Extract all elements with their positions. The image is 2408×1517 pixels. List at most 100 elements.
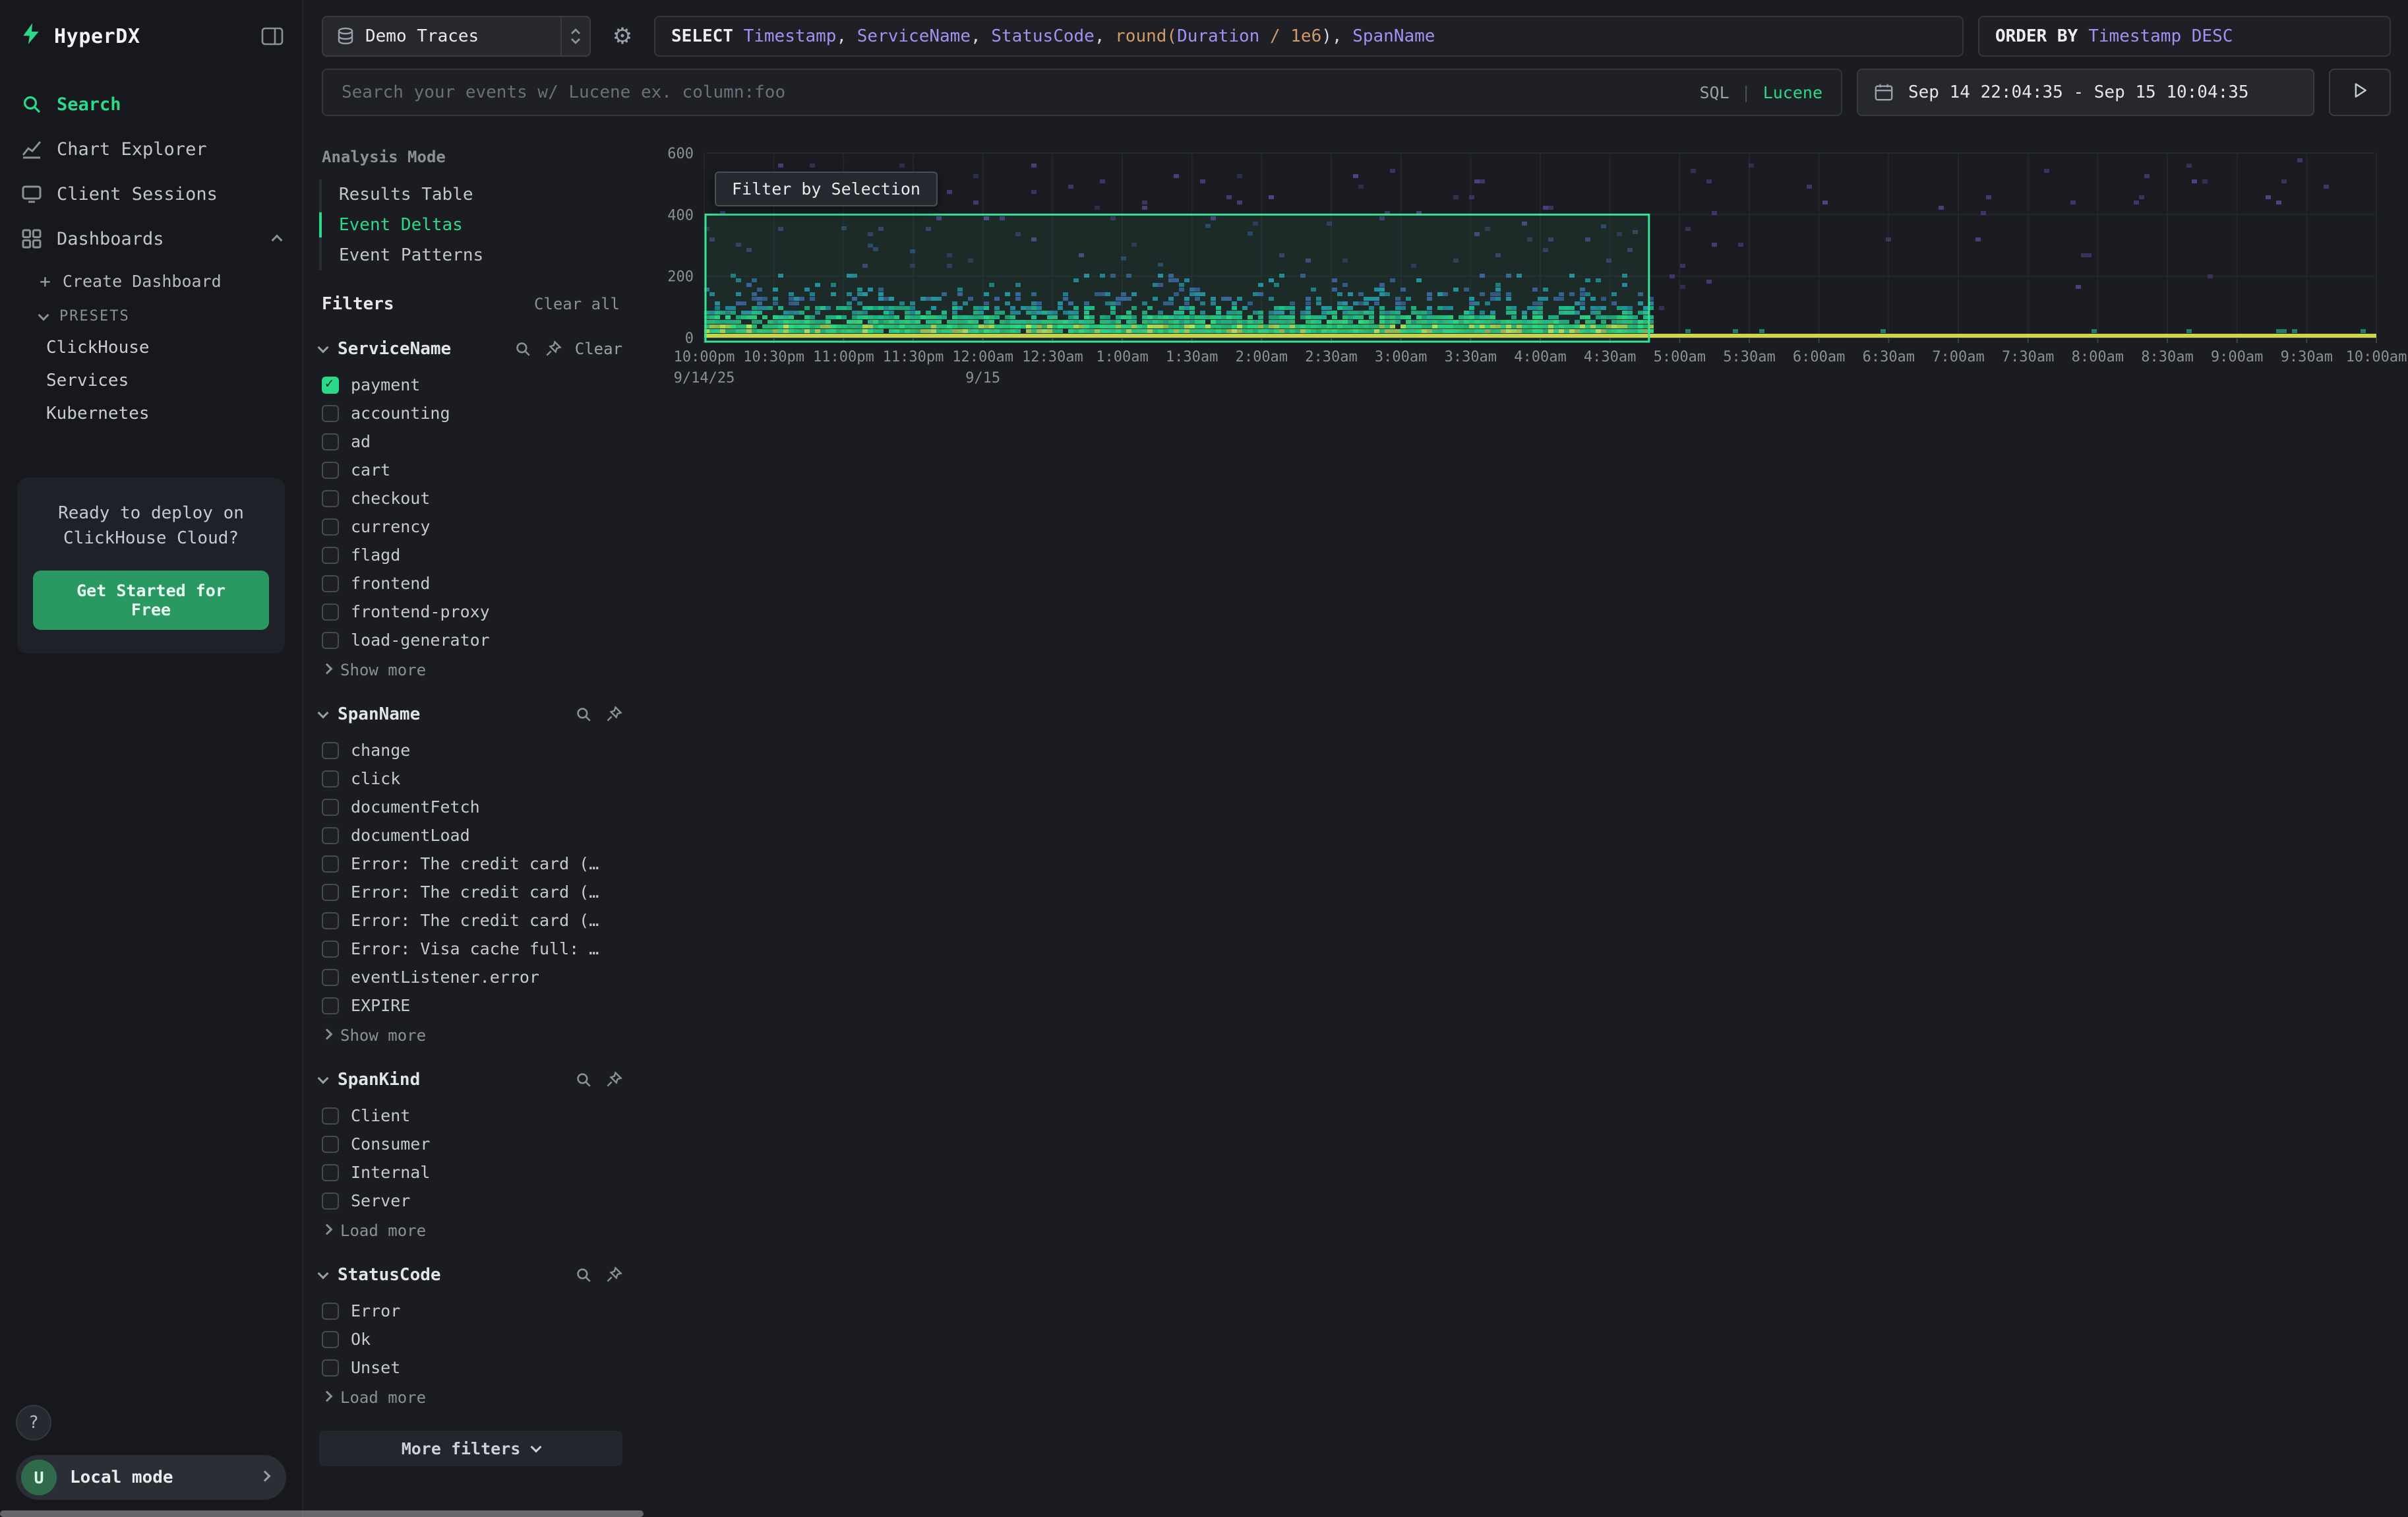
filter-option[interactable]: flagd: [319, 541, 622, 569]
checkbox[interactable]: [322, 1164, 339, 1181]
filter-option[interactable]: load-generator: [319, 626, 622, 654]
more-filters-button[interactable]: More filters: [319, 1431, 622, 1466]
checkbox[interactable]: [322, 1303, 339, 1320]
filter-option[interactable]: documentFetch: [319, 793, 622, 821]
checkbox[interactable]: [322, 518, 339, 536]
filter-option[interactable]: Server: [319, 1187, 622, 1215]
filter-option[interactable]: accounting: [319, 399, 622, 427]
checkbox[interactable]: [322, 462, 339, 479]
source-settings-button[interactable]: ⚙: [605, 25, 640, 47]
checkbox[interactable]: [322, 912, 339, 929]
filter-option[interactable]: click: [319, 764, 622, 793]
filter-by-selection-button[interactable]: Filter by Selection: [715, 171, 938, 206]
checkbox[interactable]: [322, 742, 339, 759]
checkbox[interactable]: [322, 547, 339, 564]
checkbox[interactable]: [322, 941, 339, 958]
filter-option[interactable]: payment: [319, 371, 622, 399]
sidebar-item-services[interactable]: Services: [0, 364, 302, 397]
checkbox[interactable]: [322, 433, 339, 450]
filter-option[interactable]: Consumer: [319, 1130, 622, 1158]
checkbox[interactable]: [322, 969, 339, 986]
show-more-button[interactable]: Show more: [319, 1020, 622, 1045]
mode-event-deltas[interactable]: Event Deltas: [322, 210, 622, 240]
filter-option[interactable]: frontend-proxy: [319, 598, 622, 626]
filter-option[interactable]: change: [319, 736, 622, 764]
checkbox[interactable]: [322, 1136, 339, 1153]
clear-filter-button[interactable]: Clear: [575, 340, 622, 358]
filter-option[interactable]: Error: [319, 1297, 622, 1325]
checkbox[interactable]: [322, 855, 339, 873]
filter-option[interactable]: Error: Visa cache full: …: [319, 935, 622, 963]
mode-event-patterns[interactable]: Event Patterns: [322, 240, 622, 270]
filter-option[interactable]: Client: [319, 1101, 622, 1130]
checkbox[interactable]: [322, 827, 339, 844]
collapse-sidebar-icon[interactable]: [261, 26, 284, 46]
checkbox[interactable]: [322, 604, 339, 621]
show-more-button[interactable]: Load more: [319, 1215, 622, 1240]
filter-option[interactable]: currency: [319, 512, 622, 541]
checkbox[interactable]: [322, 884, 339, 901]
run-search-button[interactable]: [2329, 69, 2391, 116]
filter-option[interactable]: Error: The credit card (…: [319, 878, 622, 906]
search-icon[interactable]: [575, 706, 592, 723]
filter-option[interactable]: eventListener.error: [319, 963, 622, 991]
pin-icon[interactable]: [605, 1266, 622, 1284]
pin-icon[interactable]: [545, 340, 562, 357]
filter-option[interactable]: Error: The credit card (…: [319, 850, 622, 878]
filter-option[interactable]: checkout: [319, 484, 622, 512]
filter-option[interactable]: Ok: [319, 1325, 622, 1353]
checkbox-checked[interactable]: [322, 377, 339, 394]
create-dashboard-button[interactable]: + Create Dashboard: [0, 261, 302, 300]
checkbox[interactable]: [322, 997, 339, 1014]
checkbox[interactable]: [322, 799, 339, 816]
search-icon[interactable]: [575, 1071, 592, 1088]
filter-option[interactable]: documentLoad: [319, 821, 622, 850]
show-more-button[interactable]: Show more: [319, 654, 622, 679]
filter-option[interactable]: EXPIRE: [319, 991, 622, 1020]
chevron-down-icon[interactable]: [318, 708, 329, 719]
checkbox[interactable]: [322, 1331, 339, 1348]
filter-option[interactable]: Unset: [319, 1353, 622, 1382]
search-icon[interactable]: [575, 1266, 592, 1284]
checkbox[interactable]: [322, 1107, 339, 1125]
date-range-picker[interactable]: Sep 14 22:04:35 - Sep 15 10:04:35: [1857, 69, 2314, 116]
chevron-down-icon[interactable]: [318, 342, 329, 354]
chevron-down-icon[interactable]: [318, 1268, 329, 1280]
checkbox[interactable]: [322, 1359, 339, 1377]
sidebar-item-chart-explorer[interactable]: Chart Explorer: [0, 127, 302, 171]
filter-option[interactable]: cart: [319, 456, 622, 484]
filter-option[interactable]: frontend: [319, 569, 622, 598]
horizontal-scrollbar-thumb[interactable]: [0, 1510, 644, 1517]
selection-rectangle[interactable]: [706, 214, 1649, 342]
search-icon[interactable]: [514, 340, 531, 357]
order-by-input[interactable]: ORDER BY Timestamp DESC: [1978, 16, 2391, 57]
sidebar-item-search[interactable]: Search: [0, 82, 302, 127]
local-mode-button[interactable]: U Local mode: [16, 1455, 286, 1500]
checkbox[interactable]: [322, 770, 339, 788]
checkbox[interactable]: [322, 575, 339, 592]
sidebar-item-kubernetes[interactable]: Kubernetes: [0, 397, 302, 430]
mode-results-table[interactable]: Results Table: [322, 179, 622, 210]
sql-mode-toggle[interactable]: SQL: [1699, 83, 1729, 102]
checkbox[interactable]: [322, 632, 339, 649]
help-button[interactable]: ?: [16, 1405, 51, 1440]
checkbox[interactable]: [322, 405, 339, 422]
presets-toggle[interactable]: PRESETS: [0, 300, 302, 331]
source-select[interactable]: Demo Traces: [322, 16, 591, 57]
search-input[interactable]: [342, 82, 1683, 102]
filter-option[interactable]: ad: [319, 427, 622, 456]
lucene-mode-toggle[interactable]: Lucene: [1763, 83, 1822, 102]
sidebar-item-client-sessions[interactable]: Client Sessions: [0, 171, 302, 216]
checkbox[interactable]: [322, 1192, 339, 1210]
filter-option[interactable]: Internal: [319, 1158, 622, 1187]
checkbox[interactable]: [322, 490, 339, 507]
show-more-button[interactable]: Load more: [319, 1382, 622, 1407]
get-started-button[interactable]: Get Started for Free: [33, 571, 269, 630]
clear-all-button[interactable]: Clear all: [534, 295, 620, 313]
sidebar-item-dashboards[interactable]: Dashboards: [0, 216, 302, 261]
filter-option[interactable]: Error: The credit card (…: [319, 906, 622, 935]
pin-icon[interactable]: [605, 706, 622, 723]
select-clause-input[interactable]: SELECT Timestamp, ServiceName, StatusCod…: [654, 16, 1964, 57]
pin-icon[interactable]: [605, 1071, 622, 1088]
chevron-down-icon[interactable]: [318, 1073, 329, 1084]
